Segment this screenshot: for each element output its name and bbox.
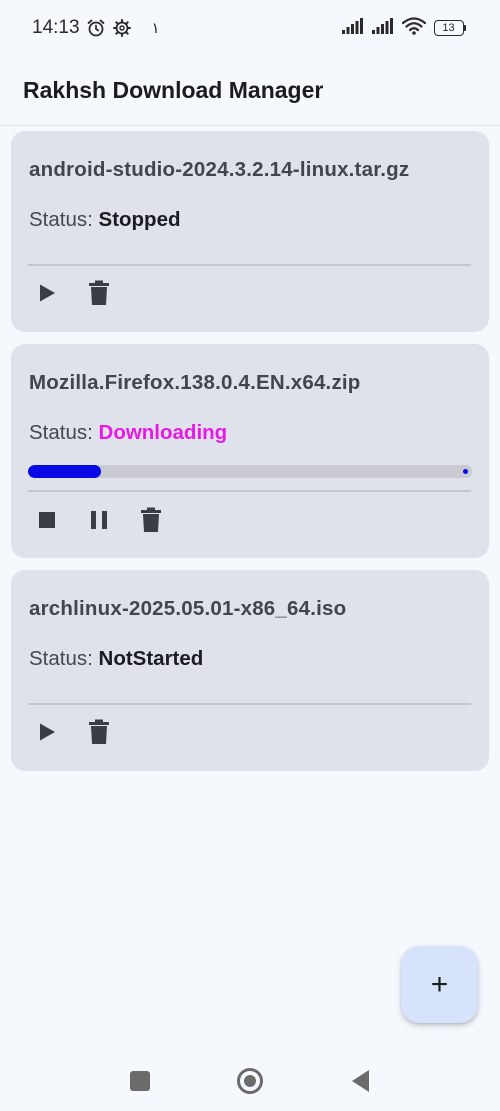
status-bar: 14:13 ١ 13 [0,0,500,56]
status-value: NotStarted [98,647,204,670]
download-card: Mozilla.Firefox.138.0.4.EN.x64.zip Statu… [11,344,489,558]
wifi-icon [401,16,426,40]
play-button[interactable] [28,274,66,312]
delete-button[interactable] [80,274,118,312]
back-button[interactable] [345,1066,375,1096]
download-progress-fill [28,465,102,478]
battery-level: 13 [433,20,464,36]
gear-icon [112,18,132,38]
status-time: 14:13 [32,17,80,38]
signal-icon [371,17,394,39]
status-bar-left: 14:13 ١ [32,17,160,39]
download-status-row: Status: Stopped [29,208,181,232]
delete-icon [141,507,161,532]
card-divider [28,703,471,705]
delete-button[interactable] [132,501,170,539]
delete-icon [89,719,109,744]
pause-icon [91,511,107,529]
delete-button[interactable] [80,713,118,751]
back-icon [352,1070,369,1092]
app-bar: Rakhsh Download Manager [0,56,500,126]
download-progress-bar [28,465,472,478]
download-file-name: archlinux-2025.05.01-x86_64.iso [29,597,347,620]
card-actions [28,274,118,312]
status-label: Status: [29,647,93,670]
alarm-icon [86,18,106,38]
progress-end-indicator [463,469,468,474]
app-title: Rakhsh Download Manager [23,77,324,103]
add-download-button[interactable]: + [401,946,478,1023]
recents-icon [130,1071,150,1091]
status-value: Stopped [98,208,181,231]
download-card: android-studio-2024.3.2.14-linux.tar.gz … [11,131,489,332]
download-file-name: android-studio-2024.3.2.14-linux.tar.gz [29,158,410,181]
status-label: Status: [29,208,93,231]
card-actions [28,713,118,751]
signal-icon [341,17,364,39]
download-status-row: Status: NotStarted [29,647,203,671]
stop-icon [39,512,55,528]
system-nav-bar [0,1050,500,1111]
home-icon [237,1068,263,1094]
recents-button[interactable] [125,1066,155,1096]
pause-button[interactable] [80,501,118,539]
add-icon: + [430,967,449,1001]
stop-button[interactable] [28,501,66,539]
download-status-row: Status: Downloading [29,421,227,445]
play-icon [40,284,55,302]
play-button[interactable] [28,713,66,751]
card-divider [28,490,471,492]
battery-icon: 13 [433,20,466,36]
home-button[interactable] [235,1066,265,1096]
play-icon [40,723,55,741]
status-bar-right: 13 [341,16,466,40]
download-card: archlinux-2025.05.01-x86_64.iso Status: … [11,570,489,771]
download-file-name: Mozilla.Firefox.138.0.4.EN.x64.zip [29,371,361,394]
status-value: Downloading [98,421,228,444]
status-extra-indicator: ١ [151,20,160,37]
card-actions [28,501,170,539]
status-label: Status: [29,421,93,444]
delete-icon [89,280,109,305]
card-divider [28,264,471,266]
